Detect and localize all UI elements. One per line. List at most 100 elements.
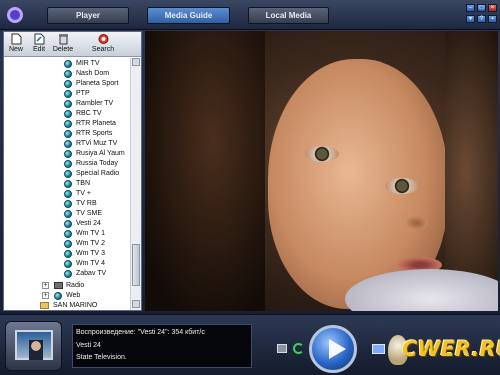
folder-web-label: Web	[66, 292, 81, 299]
folder-san-marino[interactable]: SAN MARINO	[4, 301, 130, 310]
video-frame-eye-right	[385, 178, 419, 194]
channel-item[interactable]: RTR Sports	[4, 129, 130, 139]
compact-mode-button[interactable]: ▪	[488, 15, 497, 23]
globe-icon	[64, 250, 72, 258]
channel-item[interactable]: TV +	[4, 189, 130, 199]
channel-label: RBC TV	[76, 110, 102, 117]
sidebar: New Edit Delete Search MIR TV Nash Dom Pla…	[3, 31, 142, 311]
search-label: Search	[91, 46, 115, 53]
settings-button[interactable]: ▾	[466, 15, 475, 23]
channel-item[interactable]: TV SME	[4, 209, 130, 219]
cwer-logo: CWER.RU	[388, 333, 500, 373]
channel-label: Wm TV 4	[76, 260, 106, 267]
channel-item[interactable]: Wm TV 1	[4, 229, 130, 239]
channel-item[interactable]: TBN	[4, 179, 130, 189]
edit-icon	[34, 33, 44, 45]
channel-item[interactable]: RBC TV	[4, 109, 130, 119]
channel-label: Zabav TV	[76, 270, 107, 277]
delete-icon	[58, 34, 68, 45]
channel-tree: MIR TV Nash Dom Planeta Sport PTP Rambler TV…	[4, 58, 130, 310]
video-area[interactable]	[145, 31, 498, 311]
delete-label: Delete	[52, 46, 74, 53]
tab-media-guide[interactable]: Media Guide	[147, 7, 230, 24]
channel-item[interactable]: Wm TV 2	[4, 239, 130, 249]
app-logo-icon[interactable]	[7, 7, 23, 23]
channel-label: PTP	[76, 90, 90, 97]
thumbnail-presenter	[29, 340, 43, 360]
channel-label: Wm TV 2	[76, 240, 106, 247]
globe-icon	[64, 210, 72, 218]
channel-item[interactable]: Rusiya Al Yaum	[4, 149, 130, 159]
video-frame-nose	[406, 216, 428, 230]
play-icon	[329, 339, 346, 359]
video-frame-eye-left	[305, 146, 339, 162]
channel-item[interactable]: Special Radio	[4, 169, 130, 179]
tab-local-media[interactable]: Local Media	[248, 7, 329, 24]
channel-item[interactable]: Russia Today	[4, 159, 130, 169]
play-button[interactable]	[309, 325, 357, 373]
channel-label: TBN	[76, 180, 90, 187]
channel-label: Special Radio	[76, 170, 120, 177]
scroll-thumb[interactable]	[132, 244, 140, 286]
channel-label: MIR TV	[76, 60, 100, 67]
tree-scrollbar[interactable]	[130, 58, 141, 310]
video-frame-hair-right	[445, 31, 498, 311]
close-button[interactable]: ×	[488, 4, 497, 12]
scroll-down-arrow[interactable]	[132, 300, 140, 308]
globe-icon	[64, 220, 72, 228]
channel-item[interactable]: Nash Dom	[4, 69, 130, 79]
minimize-button[interactable]: –	[466, 4, 475, 12]
channel-description: State Television.	[76, 354, 127, 361]
expand-icon[interactable]: +	[42, 282, 49, 289]
channel-item[interactable]: Zabav TV	[4, 269, 130, 279]
edit-button[interactable]: Edit	[30, 33, 48, 56]
folder-web[interactable]: + Web	[4, 291, 130, 301]
repeat-button[interactable]	[293, 343, 304, 354]
channel-item[interactable]: MIR TV	[4, 59, 130, 69]
expand-icon[interactable]: +	[42, 292, 49, 299]
channel-label: TV +	[76, 190, 91, 197]
channel-item[interactable]: RTR Planeta	[4, 119, 130, 129]
folder-radio[interactable]: + Radio	[4, 281, 130, 291]
video-frame-hair	[145, 31, 265, 311]
scroll-up-arrow[interactable]	[132, 58, 140, 66]
channel-item[interactable]: RTVi Muz TV	[4, 139, 130, 149]
globe-icon	[54, 292, 62, 300]
globe-icon	[64, 260, 72, 268]
channel-item[interactable]: Vesti 24	[4, 219, 130, 229]
channel-label: Russia Today	[76, 160, 118, 167]
globe-icon	[64, 230, 72, 238]
globe-icon	[64, 70, 72, 78]
globe-icon	[64, 150, 72, 158]
new-button[interactable]: New	[7, 33, 25, 56]
channel-item[interactable]: Rambler TV	[4, 99, 130, 109]
channel-item[interactable]: PTP	[4, 89, 130, 99]
channel-item[interactable]: Wm TV 3	[4, 249, 130, 259]
channel-label: Planeta Sport	[76, 80, 119, 87]
channel-label: TV SME	[76, 210, 103, 217]
channel-item[interactable]: Planeta Sport	[4, 79, 130, 89]
help-button[interactable]: ?	[477, 15, 486, 23]
channel-item[interactable]: TV RB	[4, 199, 130, 209]
channel-toolbar: New Edit Delete Search	[4, 32, 141, 57]
channel-item[interactable]: Wm TV 4	[4, 259, 130, 269]
radio-icon	[54, 282, 63, 289]
folder-san-marino-label: SAN MARINO	[53, 302, 98, 309]
globe-icon	[64, 170, 72, 178]
globe-icon	[64, 100, 72, 108]
search-icon	[98, 34, 108, 44]
channel-thumbnail	[5, 321, 62, 371]
channel-label: RTVi Muz TV	[76, 140, 118, 147]
globe-icon	[64, 160, 72, 168]
channel-label: RTR Sports	[76, 130, 113, 137]
maximize-button[interactable]: □	[477, 4, 486, 12]
search-button[interactable]: Search	[90, 33, 116, 56]
globe-icon	[64, 270, 72, 278]
stop-button[interactable]	[277, 344, 287, 353]
channel-label: RTR Planeta	[76, 120, 116, 127]
tab-player[interactable]: Player	[47, 7, 129, 24]
bottom-bar: Воспроизведение: "Vesti 24": 354 кбит/с …	[0, 314, 500, 375]
globe-icon	[64, 60, 72, 68]
delete-button[interactable]: Delete	[51, 33, 75, 56]
monitor-icon[interactable]	[372, 344, 385, 354]
